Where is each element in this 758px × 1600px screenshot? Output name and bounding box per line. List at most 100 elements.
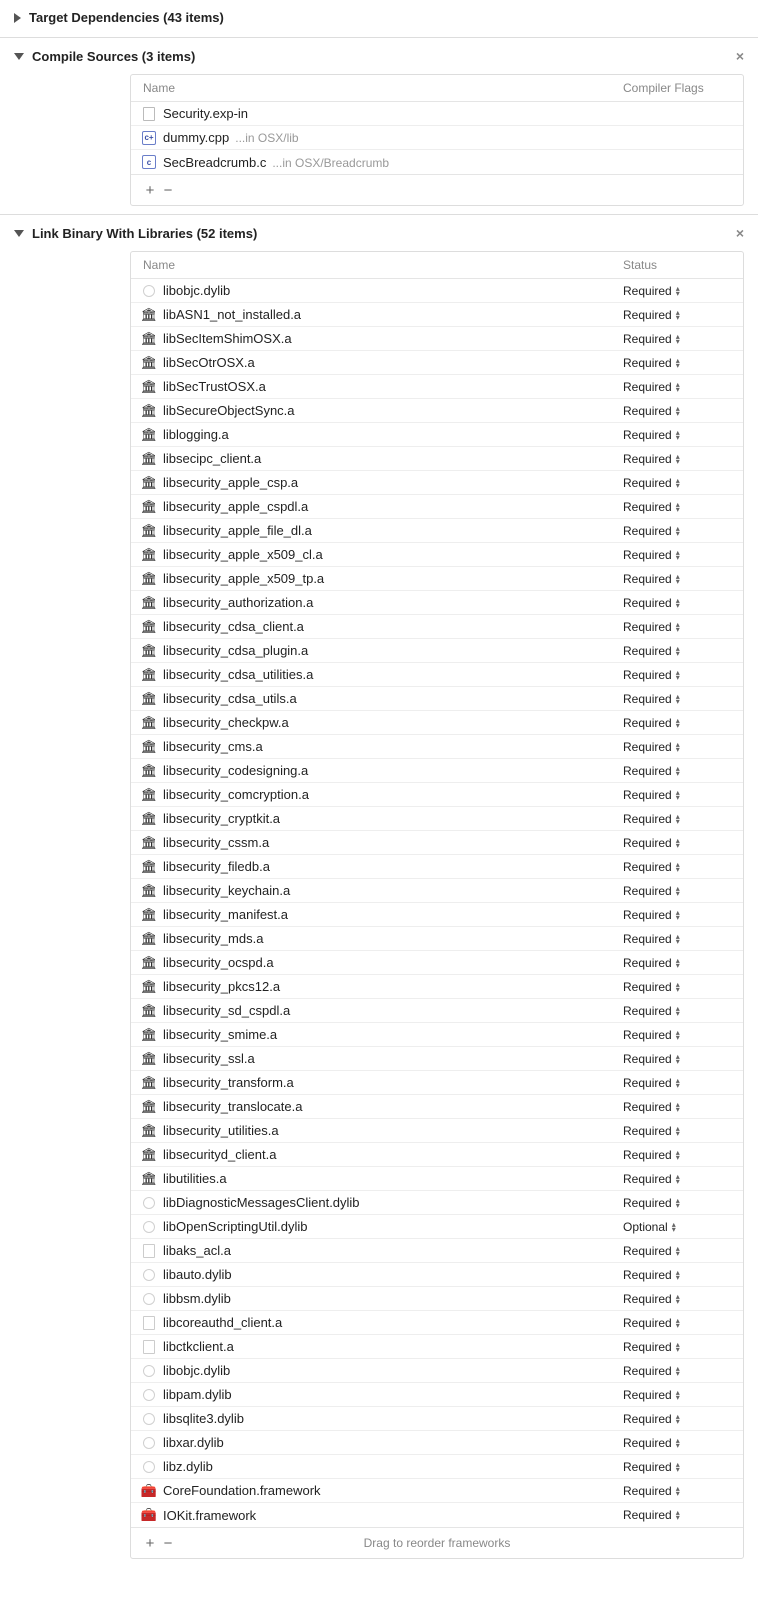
table-row[interactable]: 🏛libutilities.aRequired▴▾ xyxy=(131,1167,743,1191)
table-row[interactable]: 🏛libsecipc_client.aRequired▴▾ xyxy=(131,447,743,471)
table-row[interactable]: 🏛libsecurity_comcryption.aRequired▴▾ xyxy=(131,783,743,807)
table-row[interactable]: libsqlite3.dylibRequired▴▾ xyxy=(131,1407,743,1431)
table-row[interactable]: libDiagnosticMessagesClient.dylibRequire… xyxy=(131,1191,743,1215)
status-select[interactable]: Required▴▾ xyxy=(623,548,733,562)
status-select[interactable]: Required▴▾ xyxy=(623,788,733,802)
status-select[interactable]: Required▴▾ xyxy=(623,836,733,850)
status-select[interactable]: Required▴▾ xyxy=(623,1124,733,1138)
table-row[interactable]: 🏛libsecurity_ocspd.aRequired▴▾ xyxy=(131,951,743,975)
status-select[interactable]: Required▴▾ xyxy=(623,1436,733,1450)
table-row[interactable]: 🏛libsecurity_keychain.aRequired▴▾ xyxy=(131,879,743,903)
table-row[interactable]: 🧰IOKit.frameworkRequired▴▾ xyxy=(131,1503,743,1527)
table-row[interactable]: 🏛libSecTrustOSX.aRequired▴▾ xyxy=(131,375,743,399)
status-select[interactable]: Required▴▾ xyxy=(623,428,733,442)
table-row[interactable]: libctkclient.aRequired▴▾ xyxy=(131,1335,743,1359)
status-select[interactable]: Required▴▾ xyxy=(623,476,733,490)
status-select[interactable]: Required▴▾ xyxy=(623,1412,733,1426)
table-row[interactable]: 🏛libsecurity_cryptkit.aRequired▴▾ xyxy=(131,807,743,831)
status-select[interactable]: Required▴▾ xyxy=(623,332,733,346)
column-status[interactable]: Status xyxy=(623,258,733,272)
table-row[interactable]: libz.dylibRequired▴▾ xyxy=(131,1455,743,1479)
column-name[interactable]: Name xyxy=(141,258,623,272)
status-select[interactable]: Required▴▾ xyxy=(623,764,733,778)
table-row[interactable]: libbsm.dylibRequired▴▾ xyxy=(131,1287,743,1311)
table-row[interactable]: 🏛libsecurity_ssl.aRequired▴▾ xyxy=(131,1047,743,1071)
table-row[interactable]: 🏛libsecurity_cdsa_plugin.aRequired▴▾ xyxy=(131,639,743,663)
table-row[interactable]: 🏛libsecurity_cdsa_client.aRequired▴▾ xyxy=(131,615,743,639)
status-select[interactable]: Required▴▾ xyxy=(623,1340,733,1354)
table-row[interactable]: libOpenScriptingUtil.dylibOptional▴▾ xyxy=(131,1215,743,1239)
status-select[interactable]: Required▴▾ xyxy=(623,1004,733,1018)
table-row[interactable]: libobjc.dylibRequired▴▾ xyxy=(131,1359,743,1383)
status-select[interactable]: Required▴▾ xyxy=(623,860,733,874)
table-row[interactable]: libobjc.dylibRequired▴▾ xyxy=(131,279,743,303)
status-select[interactable]: Required▴▾ xyxy=(623,404,733,418)
status-select[interactable]: Required▴▾ xyxy=(623,884,733,898)
close-icon[interactable]: × xyxy=(736,225,744,241)
status-select[interactable]: Required▴▾ xyxy=(623,1508,733,1522)
status-select[interactable]: Required▴▾ xyxy=(623,1172,733,1186)
table-row[interactable]: 🏛liblogging.aRequired▴▾ xyxy=(131,423,743,447)
status-select[interactable]: Optional▴▾ xyxy=(623,1220,733,1234)
table-row[interactable]: 🏛libsecurityd_client.aRequired▴▾ xyxy=(131,1143,743,1167)
table-row[interactable]: 🏛libsecurity_filedb.aRequired▴▾ xyxy=(131,855,743,879)
table-row[interactable]: 🏛libsecurity_pkcs12.aRequired▴▾ xyxy=(131,975,743,999)
table-row[interactable]: 🏛libsecurity_apple_file_dl.aRequired▴▾ xyxy=(131,519,743,543)
table-row[interactable]: 🏛libsecurity_sd_cspdl.aRequired▴▾ xyxy=(131,999,743,1023)
table-row[interactable]: libxar.dylibRequired▴▾ xyxy=(131,1431,743,1455)
section-header-link-binary[interactable]: Link Binary With Libraries (52 items) × xyxy=(0,221,758,245)
table-row[interactable]: libaks_acl.aRequired▴▾ xyxy=(131,1239,743,1263)
status-select[interactable]: Required▴▾ xyxy=(623,932,733,946)
close-icon[interactable]: × xyxy=(736,48,744,64)
status-select[interactable]: Required▴▾ xyxy=(623,1052,733,1066)
status-select[interactable]: Required▴▾ xyxy=(623,380,733,394)
remove-button[interactable]: − xyxy=(159,181,177,199)
status-select[interactable]: Required▴▾ xyxy=(623,644,733,658)
table-row[interactable]: 🏛libASN1_not_installed.aRequired▴▾ xyxy=(131,303,743,327)
status-select[interactable]: Required▴▾ xyxy=(623,284,733,298)
status-select[interactable]: Required▴▾ xyxy=(623,572,733,586)
status-select[interactable]: Required▴▾ xyxy=(623,452,733,466)
status-select[interactable]: Required▴▾ xyxy=(623,1028,733,1042)
status-select[interactable]: Required▴▾ xyxy=(623,1076,733,1090)
status-select[interactable]: Required▴▾ xyxy=(623,1100,733,1114)
table-row[interactable]: libcoreauthd_client.aRequired▴▾ xyxy=(131,1311,743,1335)
status-select[interactable]: Required▴▾ xyxy=(623,668,733,682)
remove-button[interactable]: − xyxy=(159,1534,177,1552)
table-row[interactable]: Security.exp-in xyxy=(131,102,743,126)
add-button[interactable]: + xyxy=(141,1534,159,1552)
add-button[interactable]: + xyxy=(141,181,159,199)
table-row[interactable]: 🏛libsecurity_utilities.aRequired▴▾ xyxy=(131,1119,743,1143)
table-row[interactable]: 🏛libsecurity_apple_x509_tp.aRequired▴▾ xyxy=(131,567,743,591)
status-select[interactable]: Required▴▾ xyxy=(623,1148,733,1162)
status-select[interactable]: Required▴▾ xyxy=(623,1364,733,1378)
table-row[interactable]: 🏛libsecurity_cssm.aRequired▴▾ xyxy=(131,831,743,855)
status-select[interactable]: Required▴▾ xyxy=(623,1460,733,1474)
status-select[interactable]: Required▴▾ xyxy=(623,1484,733,1498)
table-row[interactable]: cSecBreadcrumb.c...in OSX/Breadcrumb xyxy=(131,150,743,174)
status-select[interactable]: Required▴▾ xyxy=(623,500,733,514)
status-select[interactable]: Required▴▾ xyxy=(623,812,733,826)
column-compiler-flags[interactable]: Compiler Flags xyxy=(623,81,733,95)
status-select[interactable]: Required▴▾ xyxy=(623,620,733,634)
table-row[interactable]: 🏛libsecurity_apple_cspdl.aRequired▴▾ xyxy=(131,495,743,519)
section-header-target-deps[interactable]: Target Dependencies (43 items) xyxy=(0,6,758,29)
table-row[interactable]: 🧰CoreFoundation.frameworkRequired▴▾ xyxy=(131,1479,743,1503)
table-row[interactable]: 🏛libsecurity_cdsa_utils.aRequired▴▾ xyxy=(131,687,743,711)
table-row[interactable]: libpam.dylibRequired▴▾ xyxy=(131,1383,743,1407)
table-row[interactable]: 🏛libsecurity_transform.aRequired▴▾ xyxy=(131,1071,743,1095)
status-select[interactable]: Required▴▾ xyxy=(623,956,733,970)
status-select[interactable]: Required▴▾ xyxy=(623,308,733,322)
table-row[interactable]: 🏛libSecOtrOSX.aRequired▴▾ xyxy=(131,351,743,375)
table-row[interactable]: 🏛libsecurity_apple_x509_cl.aRequired▴▾ xyxy=(131,543,743,567)
table-row[interactable]: 🏛libsecurity_codesigning.aRequired▴▾ xyxy=(131,759,743,783)
table-row[interactable]: 🏛libsecurity_manifest.aRequired▴▾ xyxy=(131,903,743,927)
status-select[interactable]: Required▴▾ xyxy=(623,692,733,706)
table-row[interactable]: libauto.dylibRequired▴▾ xyxy=(131,1263,743,1287)
status-select[interactable]: Required▴▾ xyxy=(623,1388,733,1402)
section-header-compile-sources[interactable]: Compile Sources (3 items) × xyxy=(0,44,758,68)
table-row[interactable]: 🏛libsecurity_authorization.aRequired▴▾ xyxy=(131,591,743,615)
table-row[interactable]: 🏛libSecItemShimOSX.aRequired▴▾ xyxy=(131,327,743,351)
table-row[interactable]: c+dummy.cpp...in OSX/lib xyxy=(131,126,743,150)
status-select[interactable]: Required▴▾ xyxy=(623,1316,733,1330)
